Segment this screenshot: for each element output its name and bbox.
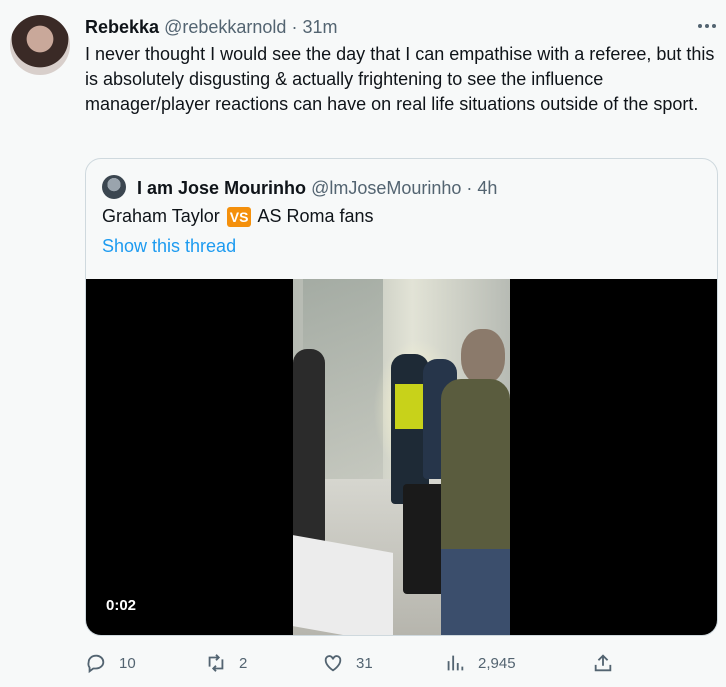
video-timestamp: 0:02 [106, 597, 137, 614]
like-count: 31 [356, 654, 373, 672]
header-separator: · [291, 17, 298, 37]
reply-icon [87, 654, 105, 674]
frame-man-body [441, 379, 510, 549]
quoted-avatar [102, 175, 126, 199]
frame-hi-vis-vest [395, 384, 425, 429]
author-handle[interactable]: @rebekkarnold [164, 17, 286, 37]
views-count: 2,945 [478, 654, 516, 672]
frame-table [293, 535, 393, 635]
quoted-text: Graham Taylor VS AS Roma fans [102, 205, 374, 227]
quoted-text-before: Graham Taylor [102, 206, 220, 226]
quoted-tweet[interactable]: I am Jose Mourinho @lmJoseMourinho · 4h … [85, 158, 718, 636]
tweet-timestamp[interactable]: 31m [302, 17, 337, 37]
action-bar: 10 2 31 2,945 [85, 648, 725, 678]
reply-count: 10 [119, 654, 136, 672]
quoted-author-handle: @lmJoseMourinho [311, 178, 462, 198]
views-icon [447, 655, 464, 671]
share-icon [594, 654, 612, 672]
more-icon[interactable] [695, 14, 719, 38]
like-button[interactable]: 31 [322, 648, 373, 678]
views-button[interactable]: 2,945 [444, 648, 516, 678]
video-frame [293, 279, 510, 635]
frame-man-head [461, 329, 505, 384]
retweet-count: 2 [239, 654, 248, 672]
heart-icon [324, 655, 342, 672]
quoted-text-after: AS Roma fans [257, 206, 374, 226]
author-avatar[interactable] [10, 15, 70, 75]
vs-badge: VS [226, 207, 252, 227]
retweet-icon [208, 654, 224, 672]
video-player[interactable]: 0:02 [86, 279, 717, 635]
share-button[interactable] [592, 648, 626, 678]
retweet-button[interactable]: 2 [205, 648, 247, 678]
tweet-text: I never thought I would see the day that… [85, 44, 715, 114]
quoted-timestamp: 4h [477, 178, 498, 198]
show-thread-link[interactable]: Show this thread [102, 236, 236, 257]
frame-man-right [441, 329, 510, 635]
author-name[interactable]: Rebekka [85, 17, 159, 37]
quoted-author-name: I am Jose Mourinho [137, 178, 307, 198]
quoted-header: I am Jose Mourinho @lmJoseMourinho · 4h [102, 175, 497, 199]
tweet-header: Rebekka @rebekkarnold · 31m [85, 16, 337, 38]
quoted-separator: · [466, 178, 473, 198]
reply-button[interactable]: 10 [85, 648, 136, 678]
frame-man-legs [441, 549, 510, 635]
